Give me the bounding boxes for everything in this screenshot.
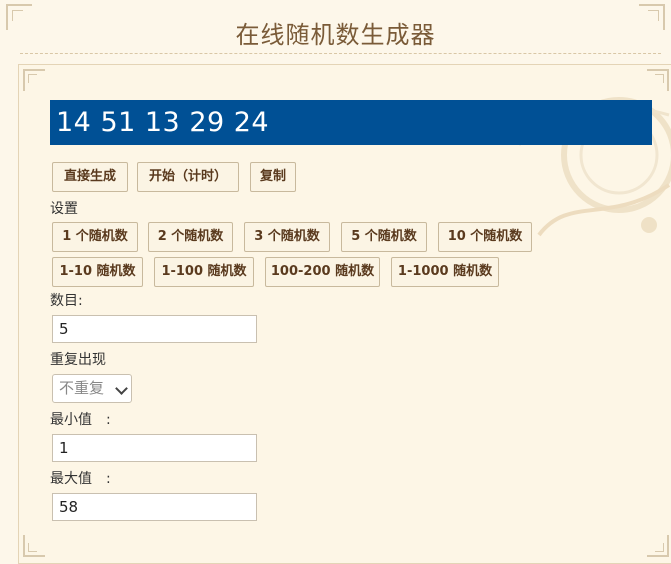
repeat-label: 重复出现	[50, 352, 106, 368]
settings-label: 设置	[50, 201, 78, 217]
preset-range-100-200-button[interactable]: 100-200 随机数	[265, 257, 380, 287]
copy-button[interactable]: 复制	[250, 162, 296, 192]
generate-button[interactable]: 直接生成	[52, 162, 128, 192]
generator-panel: 14 51 13 29 24 直接生成 开始（计时） 复制 设置 1 个随机数 …	[18, 64, 671, 564]
repeat-select-value: 不重复	[59, 379, 105, 397]
start-timed-button[interactable]: 开始（计时）	[137, 162, 239, 192]
min-value-label: 最小值 :	[50, 412, 111, 428]
preset-count-5-button[interactable]: 5 个随机数	[341, 222, 427, 252]
panel-corner-top-left	[23, 69, 45, 91]
preset-count-2-button[interactable]: 2 个随机数	[148, 222, 233, 252]
max-value-label: 最大值 :	[50, 471, 111, 487]
min-value-input[interactable]: 1	[52, 434, 257, 462]
preset-count-3-button[interactable]: 3 个随机数	[244, 222, 330, 252]
random-number-result: 14 51 13 29 24	[50, 100, 652, 145]
repeat-select[interactable]: 不重复	[52, 374, 132, 403]
preset-count-10-button[interactable]: 10 个随机数	[438, 222, 532, 252]
count-label: 数目:	[50, 293, 83, 309]
count-input[interactable]: 5	[52, 315, 257, 343]
panel-corner-bottom-right	[647, 535, 669, 557]
preset-count-1-button[interactable]: 1 个随机数	[52, 222, 138, 252]
page-title: 在线随机数生成器	[235, 21, 436, 49]
preset-range-1-10-button[interactable]: 1-10 随机数	[52, 257, 143, 287]
preset-range-1-1000-button[interactable]: 1-1000 随机数	[391, 257, 499, 287]
chevron-down-icon	[115, 382, 128, 395]
title-divider	[20, 53, 661, 54]
preset-range-1-100-button[interactable]: 1-100 随机数	[154, 257, 254, 287]
panel-corner-bottom-left	[23, 535, 45, 557]
max-value-input[interactable]: 58	[52, 493, 257, 521]
